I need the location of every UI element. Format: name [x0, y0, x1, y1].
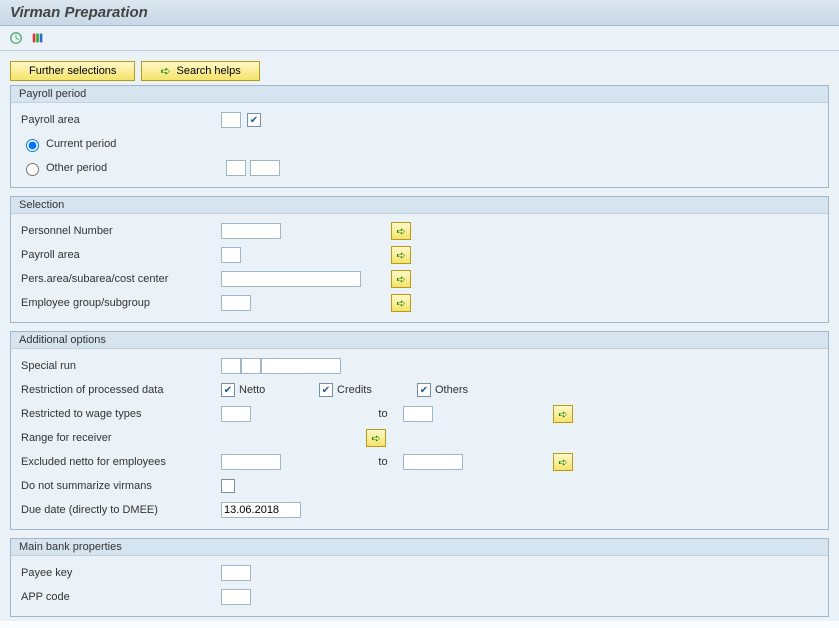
pers-area-label: Pers.area/subarea/cost center	[21, 273, 221, 285]
other-period-input-1[interactable]	[226, 160, 246, 176]
credits-checkbox[interactable]	[319, 383, 333, 397]
do-not-summarize-label: Do not summarize virmans	[21, 480, 221, 492]
multi-select-icon[interactable]	[553, 405, 573, 423]
due-date-label: Due date (directly to DMEE)	[21, 504, 221, 516]
content-area: Further selections Search helps Payroll …	[0, 51, 839, 621]
excluded-netto-to[interactable]	[403, 454, 463, 470]
netto-label: Netto	[239, 384, 319, 396]
multi-select-icon[interactable]	[391, 294, 411, 312]
group-payroll-period: Payroll period Payroll area Current peri…	[10, 85, 829, 188]
page-title: Virman Preparation	[0, 0, 839, 26]
payroll-area-sel-input[interactable]	[221, 247, 241, 263]
group-title-additional: Additional options	[11, 332, 828, 349]
others-label: Others	[435, 384, 468, 396]
payroll-area-sel-label: Payroll area	[21, 249, 221, 261]
group-additional-options: Additional options Special run Restricti…	[10, 331, 829, 530]
search-helps-label: Search helps	[177, 65, 241, 77]
netto-checkbox[interactable]	[221, 383, 235, 397]
to-label-1: to	[363, 408, 403, 420]
personnel-number-input[interactable]	[221, 223, 281, 239]
group-main-bank: Main bank properties Payee key APP code	[10, 538, 829, 617]
multi-select-icon[interactable]	[391, 222, 411, 240]
multi-select-icon[interactable]	[391, 270, 411, 288]
multi-select-icon[interactable]	[366, 429, 386, 447]
range-receiver-label: Range for receiver	[21, 432, 221, 444]
special-run-label: Special run	[21, 360, 221, 372]
restriction-label: Restriction of processed data	[21, 384, 221, 396]
group-selection: Selection Personnel Number Payroll area …	[10, 196, 829, 323]
personnel-number-label: Personnel Number	[21, 225, 221, 237]
due-date-input[interactable]	[221, 502, 301, 518]
arrow-right-icon	[160, 64, 170, 78]
emp-group-label: Employee group/subgroup	[21, 297, 221, 309]
other-period-radio[interactable]	[26, 163, 39, 176]
special-run-input-1[interactable]	[221, 358, 241, 374]
variant-icon[interactable]	[30, 30, 46, 46]
further-selections-button[interactable]: Further selections	[10, 61, 135, 81]
restricted-wage-to[interactable]	[403, 406, 433, 422]
app-toolbar	[0, 26, 839, 51]
value-help-icon[interactable]	[247, 113, 261, 127]
payee-key-input[interactable]	[221, 565, 251, 581]
group-title-payroll: Payroll period	[11, 86, 828, 103]
other-period-input-2[interactable]	[250, 160, 280, 176]
current-period-radio[interactable]	[26, 139, 39, 152]
action-buttons: Further selections Search helps	[10, 61, 829, 81]
execute-icon[interactable]	[8, 30, 24, 46]
search-helps-button[interactable]: Search helps	[141, 61, 259, 81]
special-run-input-2[interactable]	[241, 358, 261, 374]
multi-select-icon[interactable]	[391, 246, 411, 264]
restricted-wage-label: Restricted to wage types	[21, 408, 221, 420]
payroll-area-label: Payroll area	[21, 114, 221, 126]
to-label-2: to	[363, 456, 403, 468]
do-not-summarize-checkbox[interactable]	[221, 479, 235, 493]
group-title-bank: Main bank properties	[11, 539, 828, 556]
special-run-input-3[interactable]	[261, 358, 341, 374]
other-period-label: Other period	[46, 162, 222, 174]
app-code-label: APP code	[21, 591, 221, 603]
restricted-wage-from[interactable]	[221, 406, 251, 422]
further-selections-label: Further selections	[29, 65, 116, 77]
app-code-input[interactable]	[221, 589, 251, 605]
payee-key-label: Payee key	[21, 567, 221, 579]
payroll-area-input[interactable]	[221, 112, 241, 128]
credits-label: Credits	[337, 384, 417, 396]
group-title-selection: Selection	[11, 197, 828, 214]
emp-group-input[interactable]	[221, 295, 251, 311]
current-period-label: Current period	[46, 138, 116, 150]
multi-select-icon[interactable]	[553, 453, 573, 471]
excluded-netto-from[interactable]	[221, 454, 281, 470]
excluded-netto-label: Excluded netto for employees	[21, 456, 221, 468]
pers-area-input[interactable]	[221, 271, 361, 287]
others-checkbox[interactable]	[417, 383, 431, 397]
